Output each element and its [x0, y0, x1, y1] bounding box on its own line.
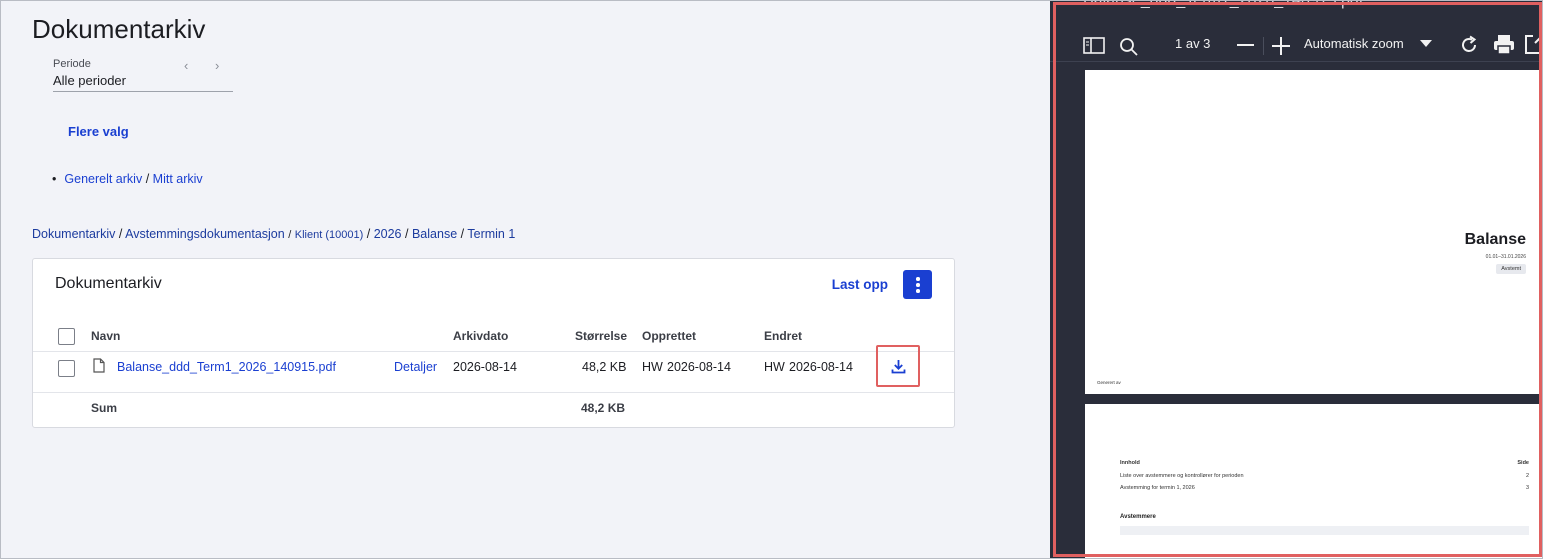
breadcrumb-sep: /: [366, 227, 371, 241]
pdf-table-stub: [1120, 526, 1529, 535]
toc-page: 3: [1525, 485, 1529, 491]
column-header-name[interactable]: Navn: [91, 329, 120, 343]
toc-page: 2: [1525, 473, 1529, 479]
sum-size: 48,2 KB: [581, 401, 626, 415]
more-menu-button[interactable]: [903, 270, 932, 299]
divider: [1263, 37, 1264, 55]
toc-page-header: Side: [1517, 460, 1529, 466]
more-options-link[interactable]: Flere valg: [68, 124, 129, 139]
chevron-right-icon[interactable]: ›: [215, 58, 219, 73]
toc-label: Liste over avstemmere og kontrollører fo…: [1120, 473, 1244, 479]
toc-header-label: Innhold: [1120, 460, 1140, 466]
breadcrumb-sep: /: [118, 227, 123, 241]
pdf-report-title: Balanse: [1464, 231, 1526, 248]
period-select[interactable]: Periode Alle perioder: [53, 58, 233, 92]
save-icon[interactable]: [1525, 35, 1543, 54]
breadcrumb-item[interactable]: Balanse: [412, 227, 457, 241]
toc-row: Liste over avstemmere og kontrollører fo…: [1120, 473, 1529, 479]
column-header-archive-date[interactable]: Arkivdato: [453, 329, 508, 343]
toc-header: Innhold Side: [1120, 460, 1529, 466]
pdf-viewer: Balanse_ddd_Term1_2026_140915.pdf 1 av 3…: [1050, 0, 1543, 559]
chevron-down-icon[interactable]: [1420, 40, 1432, 48]
pdf-status-badge: Avstemt: [1496, 264, 1526, 274]
archive-links: • Generelt arkiv / Mitt arkiv: [52, 172, 203, 186]
row-checkbox[interactable]: [58, 360, 75, 377]
card-title: Dokumentarkiv: [55, 275, 162, 292]
sum-label: Sum: [91, 401, 118, 415]
archive-date: 2026-08-14: [453, 360, 517, 374]
divider: [33, 351, 954, 352]
pdf-page-1: Balanse 01.01–31.01.2026 Avstemt Generer…: [1085, 70, 1543, 394]
period-value: Alle perioder: [53, 73, 126, 88]
divider: [33, 392, 954, 393]
period-label: Periode: [53, 58, 91, 70]
column-header-created[interactable]: Opprettet: [642, 329, 696, 343]
column-header-changed[interactable]: Endret: [764, 329, 802, 343]
pdf-date-range: 01.01–31.01.2026: [1485, 254, 1526, 260]
upload-button[interactable]: Last opp: [832, 277, 888, 292]
select-all-checkbox[interactable]: [58, 328, 75, 345]
sidebar-toggle-icon[interactable]: [1083, 37, 1105, 54]
toc-label: Avstemming for termin 1, 2026: [1120, 485, 1195, 491]
file-name-link[interactable]: Balanse_ddd_Term1_2026_140915.pdf: [117, 360, 336, 374]
download-button[interactable]: [876, 345, 920, 387]
breadcrumb-item[interactable]: Klient (10001): [295, 229, 364, 241]
pdf-file-title: Balanse_ddd_Term1_2026_140915.pdf: [1083, 0, 1364, 9]
column-header-size[interactable]: Størrelse: [575, 329, 627, 343]
pdf-toolbar: 1 av 3 Automatisk zoom: [1050, 28, 1543, 62]
pdf-generated-by: Generert av: [1097, 380, 1121, 385]
zoom-out-icon[interactable]: [1237, 44, 1254, 47]
download-icon: [891, 360, 906, 374]
my-archive-link[interactable]: Mitt arkiv: [153, 172, 203, 186]
breadcrumb-item[interactable]: Termin 1: [467, 227, 515, 241]
breadcrumb-sep: /: [460, 227, 465, 241]
toc-row: Avstemming for termin 1, 2026 3: [1120, 485, 1529, 491]
chevron-left-icon[interactable]: ‹: [184, 58, 188, 73]
page-indicator[interactable]: 1 av 3: [1175, 36, 1210, 51]
breadcrumb-sep: /: [288, 229, 292, 241]
search-icon[interactable]: [1119, 37, 1139, 57]
breadcrumb: Dokumentarkiv / Avstemmingsdokumentasjon…: [32, 227, 515, 241]
document-table-card: Dokumentarkiv Last opp Navn Arkivdato St…: [32, 258, 955, 428]
page-title: Dokumentarkiv: [32, 14, 206, 44]
general-archive-link[interactable]: Generelt arkiv: [64, 172, 142, 186]
rotate-icon[interactable]: [1459, 35, 1479, 55]
pdf-page-2: Innhold Side Liste over avstemmere og ko…: [1085, 404, 1543, 559]
breadcrumb-item[interactable]: Dokumentarkiv: [32, 227, 115, 241]
breadcrumb-sep: /: [405, 227, 409, 241]
created-date: 2026-08-14: [667, 360, 731, 374]
created-by: HW: [642, 360, 663, 374]
document-archive-panel: Dokumentarkiv Periode Alle perioder ‹ › …: [0, 0, 1050, 559]
breadcrumb-item[interactable]: Avstemmingsdokumentasjon: [125, 227, 285, 241]
breadcrumb-item[interactable]: 2026: [374, 227, 402, 241]
details-link[interactable]: Detaljer: [394, 360, 437, 374]
bullet: •: [52, 172, 57, 186]
changed-date: 2026-08-14: [789, 360, 853, 374]
pdf-section-title: Avstemmere: [1120, 514, 1156, 520]
changed-by: HW: [764, 360, 785, 374]
separator: /: [145, 172, 150, 186]
zoom-in-icon[interactable]: [1272, 37, 1290, 55]
zoom-select[interactable]: Automatisk zoom: [1304, 36, 1404, 51]
print-icon[interactable]: [1493, 34, 1515, 55]
file-size: 48,2 KB: [582, 360, 627, 374]
file-icon: [93, 358, 105, 373]
